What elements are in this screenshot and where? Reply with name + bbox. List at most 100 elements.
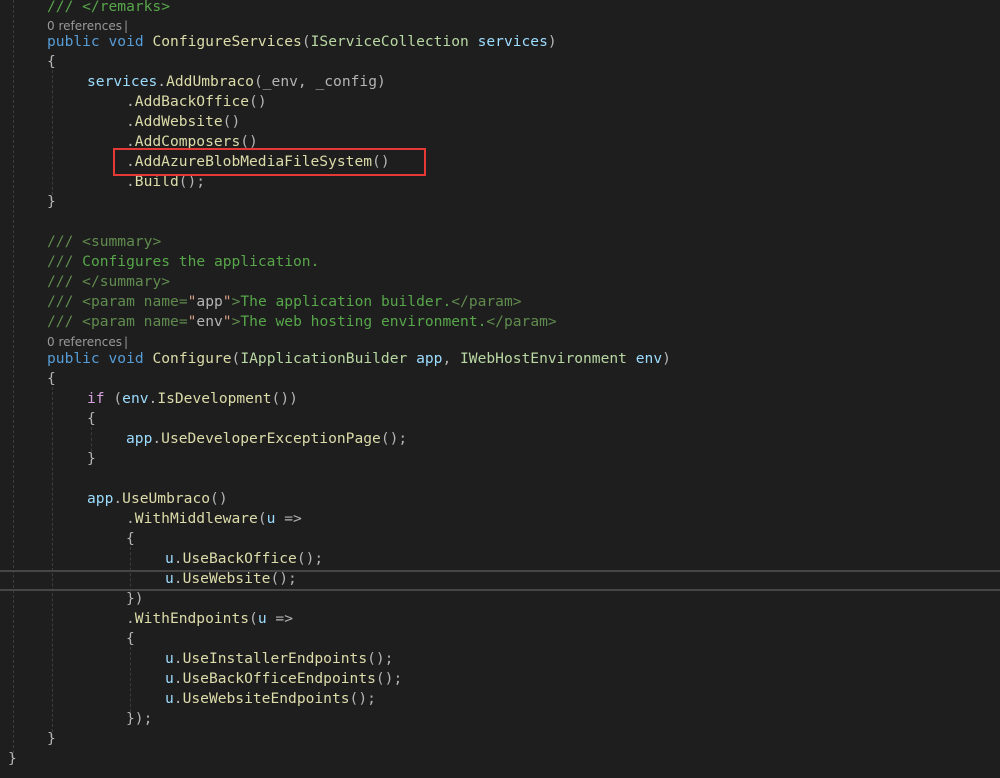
code-lens-label[interactable]: 0 references xyxy=(47,19,122,33)
code-token: " xyxy=(222,293,232,310)
code-token: () xyxy=(210,490,228,507)
code-token: (); xyxy=(367,650,394,667)
code-token: ( xyxy=(249,610,258,627)
code-token: Configures the application. xyxy=(82,253,320,270)
code-token: IWebHostEnvironment xyxy=(460,350,627,367)
code-token: (); xyxy=(375,670,403,687)
code-token: AddBackOffice xyxy=(134,93,250,110)
code-token: } xyxy=(8,750,17,767)
code-token: WithEndpoints xyxy=(134,610,250,627)
code-line: u.UseInstallerEndpoints(); xyxy=(165,649,393,669)
code-token: { xyxy=(126,630,135,647)
code-token: => xyxy=(266,610,293,627)
code-token: } xyxy=(47,730,56,747)
code-line: u.UseWebsiteEndpoints(); xyxy=(165,689,376,709)
code-token: u xyxy=(165,670,174,687)
code-line: /// </remarks> xyxy=(47,0,170,17)
code-line: /// Configures the application. xyxy=(47,252,319,272)
code-token: UseBackOfficeEndpoints xyxy=(182,670,376,687)
code-token: WithMiddleware xyxy=(134,510,258,527)
code-token: . xyxy=(173,670,183,687)
code-line: } xyxy=(47,729,56,749)
code-token: ) xyxy=(662,350,671,367)
code-line: { xyxy=(47,52,56,72)
code-token: <summary> xyxy=(82,233,162,250)
code-line: u.UseBackOffice(); xyxy=(165,549,323,569)
code-line: public void Configure(IApplicationBuilde… xyxy=(47,349,671,369)
code-line: } xyxy=(47,192,56,212)
code-token: . xyxy=(152,430,162,447)
code-line: .AddBackOffice() xyxy=(126,92,267,112)
indent-guide xyxy=(52,70,53,200)
code-token: IServiceCollection xyxy=(310,33,469,50)
code-token: IsDevelopment xyxy=(157,390,272,407)
code-token: name xyxy=(143,293,179,310)
code-token: </param> xyxy=(486,313,557,330)
code-line: { xyxy=(126,629,135,649)
code-token: /// xyxy=(47,273,83,290)
code-token: env xyxy=(635,350,663,367)
indent-guide xyxy=(130,647,131,717)
code-line: /// </summary> xyxy=(47,272,170,292)
code-token: . xyxy=(126,610,135,627)
code-editor[interactable]: 0 references | 0 references | /// </remark… xyxy=(0,0,1000,778)
code-line: services.AddUmbraco(_env, _config) xyxy=(87,72,386,92)
code-lens-label[interactable]: 0 references xyxy=(47,335,122,349)
code-token: u xyxy=(165,690,174,707)
code-token: ConfigureServices xyxy=(152,33,302,50)
indent-guide xyxy=(52,387,53,737)
code-token: UseWebsite xyxy=(182,570,271,587)
code-token: u xyxy=(165,650,174,667)
code-token: . xyxy=(173,650,183,667)
code-line: app.UseDeveloperExceptionPage(); xyxy=(126,429,407,449)
code-line: } xyxy=(87,449,96,469)
code-token: u xyxy=(165,550,174,567)
code-token: <param xyxy=(82,313,144,330)
code-token: IApplicationBuilder xyxy=(240,350,408,367)
code-line: if (env.IsDevelopment()) xyxy=(87,389,298,409)
code-token: The application builder. xyxy=(240,293,452,310)
code-token: (); xyxy=(349,690,376,707)
code-token: () xyxy=(222,113,241,130)
code-token: if xyxy=(87,390,105,407)
code-token: { xyxy=(126,530,135,547)
code-token: app xyxy=(126,430,153,447)
code-token: () xyxy=(249,93,267,110)
code-token: /// xyxy=(47,233,83,250)
code-token: UseDeveloperExceptionPage xyxy=(161,430,381,447)
code-token: env xyxy=(196,313,223,330)
code-token: , xyxy=(442,350,461,367)
code-token: env xyxy=(122,390,149,407)
code-token: . xyxy=(126,93,135,110)
code-token: } xyxy=(47,193,56,210)
code-token: . xyxy=(113,490,123,507)
code-token: </param> xyxy=(451,293,522,310)
code-token: { xyxy=(47,53,56,70)
code-line: }) xyxy=(126,589,144,609)
code-token: u xyxy=(165,570,174,587)
code-lens-references[interactable]: 0 references | xyxy=(47,334,128,350)
code-token: services xyxy=(87,73,158,90)
code-token: <param xyxy=(82,293,144,310)
code-token: public xyxy=(47,33,100,50)
code-token: }) xyxy=(126,590,144,607)
code-line: { xyxy=(47,369,56,389)
code-token: UseBackOffice xyxy=(182,550,297,567)
code-line: app.UseUmbraco() xyxy=(87,489,228,509)
code-token: The web hosting environment. xyxy=(240,313,487,330)
code-token: . xyxy=(173,550,183,567)
code-line: .WithEndpoints(u => xyxy=(126,609,293,629)
code-token: (); xyxy=(296,550,324,567)
code-token: ()) xyxy=(271,390,298,407)
code-line: /// <param name="app">The application bu… xyxy=(47,292,522,312)
code-token: } xyxy=(87,450,96,467)
code-token: ( xyxy=(104,390,123,407)
code-token: " xyxy=(222,313,232,330)
code-token: app xyxy=(416,350,443,367)
code-token: = xyxy=(178,293,188,310)
code-token: /// xyxy=(47,313,83,330)
